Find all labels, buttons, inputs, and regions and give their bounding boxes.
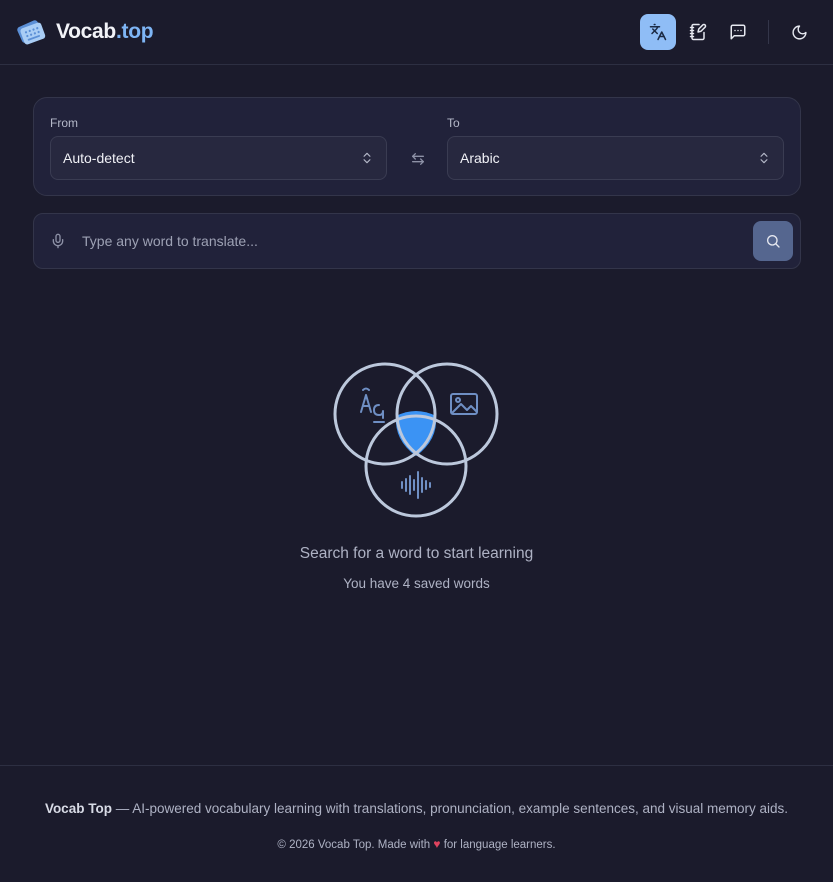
chevron-up-down-icon: [363, 152, 371, 164]
to-language-select[interactable]: Arabic: [447, 136, 784, 180]
top-header: Vocab.top: [0, 0, 833, 65]
audio-wave-icon: [401, 471, 431, 499]
swap-languages-button[interactable]: [406, 147, 430, 171]
empty-state-title: Search for a word to start learning: [299, 545, 534, 562]
from-label: From: [50, 116, 78, 130]
brand-name: Vocab.top: [56, 20, 154, 44]
vocab-cards-icon: [16, 16, 48, 48]
translate-icon: [649, 23, 667, 41]
brand-name-main: Vocab: [56, 20, 116, 43]
footer-copyright: © 2026 Vocab Top. Made with ♥ for langua…: [0, 837, 833, 851]
theme-toggle-button[interactable]: [781, 14, 817, 50]
chat-icon: [730, 24, 746, 40]
footer-tagline: — AI-powered vocabulary learning with tr…: [111, 801, 789, 816]
search-bar: [33, 213, 801, 269]
moon-icon: [791, 24, 807, 40]
footer-brand: Vocab Top: [44, 801, 112, 816]
swap-arrows-icon: [412, 153, 424, 165]
from-language-value: Auto-detect: [63, 150, 135, 166]
copyright-suffix: for language learners.: [440, 839, 556, 851]
to-label: To: [447, 116, 460, 130]
empty-state-illustration: [330, 360, 504, 520]
search-input[interactable]: [82, 233, 753, 249]
brand-name-accent: .top: [115, 20, 154, 43]
to-language-value: Arabic: [460, 150, 500, 166]
copyright-prefix: © 2026 Vocab Top. Made with: [277, 839, 434, 851]
voice-input-button[interactable]: [34, 233, 82, 249]
heart-icon: ♥: [433, 837, 441, 851]
microphone-icon: [52, 233, 64, 249]
language-panel: From Auto-detect To Arabic: [33, 97, 801, 196]
from-language-select[interactable]: Auto-detect: [50, 136, 387, 180]
chevron-up-down-icon: [760, 152, 768, 164]
saved-words-count: You have 4 saved words: [343, 576, 490, 591]
header-actions: [640, 14, 817, 50]
notebook-button[interactable]: [680, 14, 716, 50]
header-divider: [768, 20, 769, 44]
language-glyph-icon: [360, 387, 385, 423]
footer: Vocab Top — AI-powered vocabulary learni…: [0, 765, 833, 882]
translate-button[interactable]: [640, 14, 676, 50]
search-icon: [767, 235, 780, 248]
chat-button[interactable]: [720, 14, 756, 50]
image-icon: [450, 393, 478, 415]
brand-logo-link[interactable]: Vocab.top: [16, 16, 154, 48]
footer-description: Vocab Top — AI-powered vocabulary learni…: [0, 801, 833, 816]
search-button[interactable]: [753, 221, 793, 261]
edit-note-icon: [689, 23, 707, 41]
